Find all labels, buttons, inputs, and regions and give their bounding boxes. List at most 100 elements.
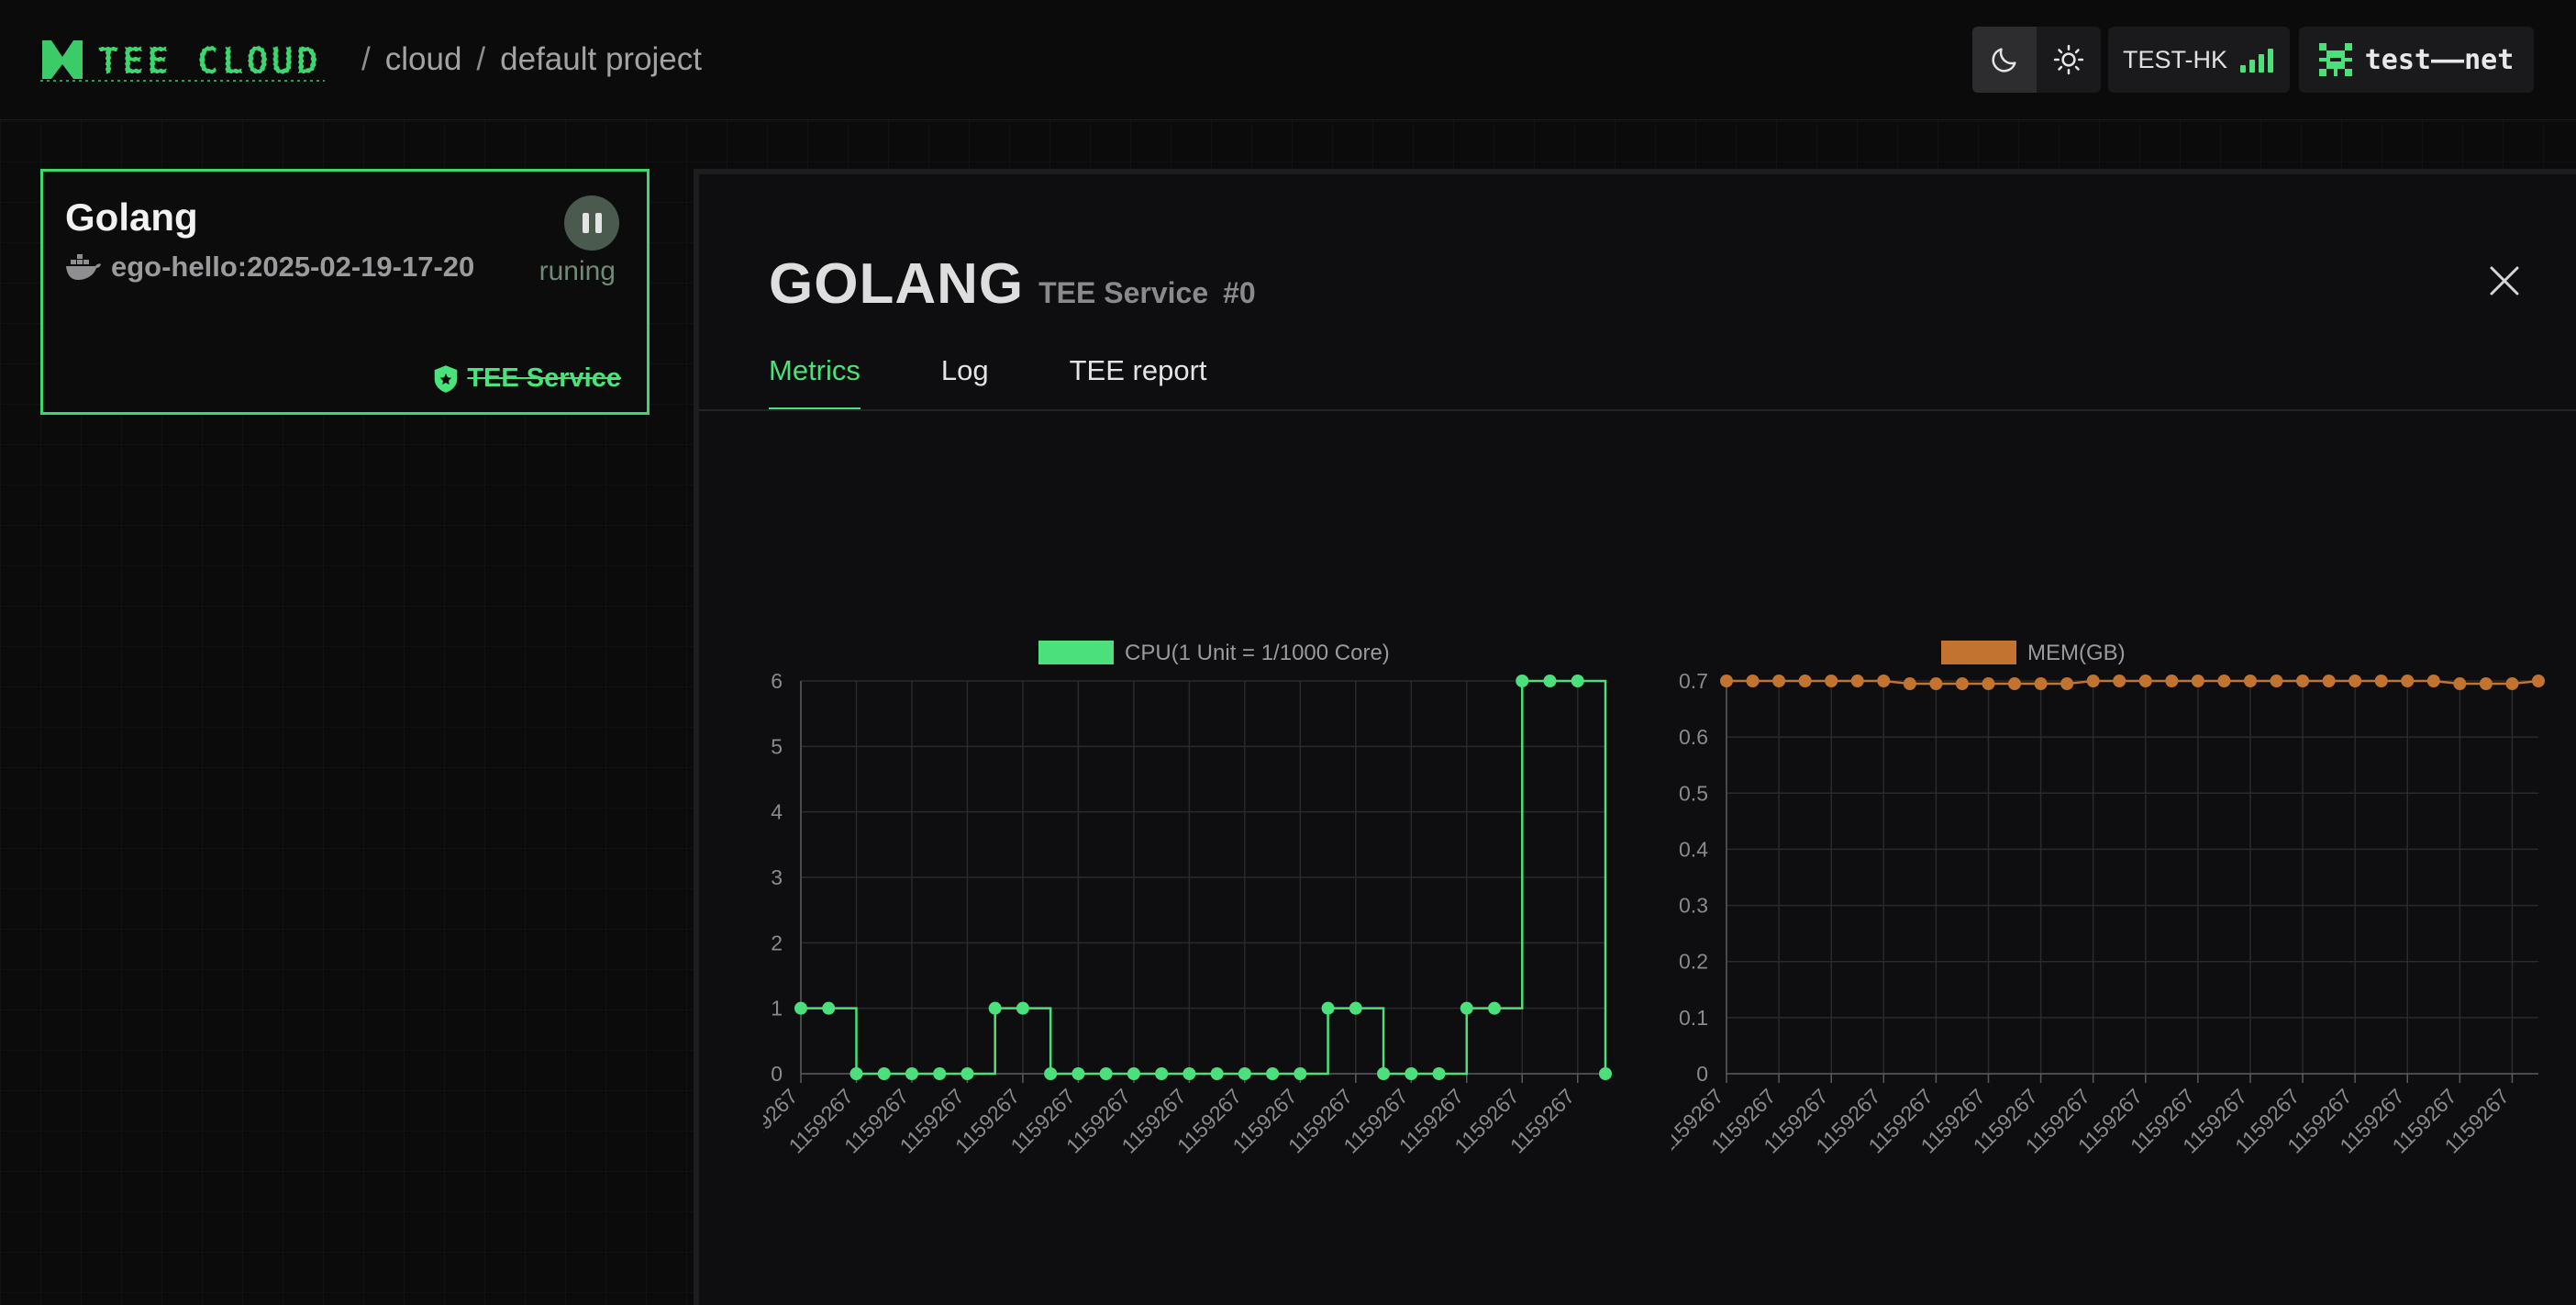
data-point [1825,675,1838,687]
legend-swatch [1038,641,1114,664]
data-point [1488,1001,1502,1015]
data-point [2532,675,2545,687]
signal-strength-icon [2240,49,2273,72]
data-point [1044,1067,1058,1080]
data-point [1599,1067,1612,1080]
y-tick-label: 0.7 [1679,669,1708,693]
network-avatar-icon [2318,43,2352,76]
service-card-golang[interactable]: Golang ego-hello:2025-02-19-17-20 runing… [40,169,650,415]
y-tick-label: 0.1 [1679,1006,1708,1030]
service-card-title: Golang [65,195,198,239]
legend-label: MEM(GB) [2027,641,2126,665]
y-tick-label: 0 [771,1062,783,1086]
data-point [1405,1067,1418,1080]
data-point [2008,677,2022,691]
service-image-name: ego-hello:2025-02-19-17-20 [111,251,475,283]
data-point [2113,675,2126,687]
data-point [2034,677,2048,691]
panel-tabs: Metrics Log TEE report [769,354,1207,410]
tab-log[interactable]: Log [941,354,989,410]
data-point [1377,1067,1391,1080]
data-point [1294,1067,1307,1080]
data-point [2322,675,2336,687]
data-point [822,1001,836,1015]
dark-mode-button[interactable] [1972,27,2037,93]
y-tick-label: 0.5 [1679,781,1708,805]
data-point [2217,675,2231,687]
data-point [1720,675,1733,687]
logo-text: TEE CLOUD [97,40,321,83]
tee-cloud-logo[interactable]: TEE CLOUD [40,37,330,83]
data-point [2270,675,2283,687]
data-point [849,1067,863,1080]
cpu-chart: 0123456115926711592671159267115926711592… [763,641,1612,1158]
data-point [2374,675,2388,687]
y-tick-label: 0 [1696,1062,1708,1086]
data-point [2296,675,2310,687]
data-point [1210,1067,1224,1080]
panel-service-index: #0 [1223,276,1256,309]
pause-bar [594,213,602,233]
service-card-image: ego-hello:2025-02-19-17-20 [65,251,474,284]
data-point [2086,675,2100,687]
data-point [2505,677,2519,691]
data-point [2453,677,2467,691]
pause-button[interactable] [564,195,619,251]
data-point [905,1067,918,1080]
data-point [988,1001,1002,1015]
data-point [2060,677,2074,691]
legend-label: CPU(1 Unit = 1/1000 Core) [1125,641,1390,665]
data-point [1903,677,1916,691]
tab-tee-report[interactable]: TEE report [1070,354,1207,410]
top-header: TEE CLOUD / cloud / default project TEST… [0,0,2576,120]
service-detail-panel: GOLANG TEE Service #0 Metrics Log TEE re… [694,169,2576,1305]
data-point [1099,1067,1113,1080]
data-point [1155,1067,1169,1080]
data-point [2348,675,2362,687]
data-point [2191,675,2204,687]
data-point [933,1067,947,1080]
region-label: TEST-HK [2122,45,2227,73]
data-point [1321,1001,1335,1015]
data-point [2401,675,2415,687]
moon-icon [1992,48,2016,72]
series-line [1727,679,2539,686]
breadcrumb-cloud[interactable]: cloud [385,41,462,78]
legend-swatch [1941,641,2016,664]
theme-toggle [1972,27,2101,93]
breadcrumb-default-project[interactable]: default project [500,41,702,78]
y-tick-label: 3 [771,865,783,889]
data-point [1772,675,1786,687]
data-point [1266,1067,1280,1080]
data-point [1571,675,1584,687]
y-tick-label: 0.2 [1679,950,1708,974]
y-tick-label: 5 [771,734,783,758]
region-selector[interactable]: TEST-HK [2108,27,2290,93]
data-point [2165,675,2179,687]
docker-icon [66,254,101,280]
breadcrumb: / cloud / default project [361,41,703,78]
network-selector[interactable]: test——net [2299,27,2534,93]
data-point [960,1067,974,1080]
y-tick-label: 2 [771,931,783,954]
y-tick-label: 0.4 [1679,837,1708,861]
panel-service-type: TEE Service [1038,276,1209,309]
tee-service-label: TEE Service [467,363,621,393]
data-point [1183,1067,1196,1080]
y-tick-label: 0.3 [1679,894,1708,918]
panel-service-name: GOLANG [769,252,1025,316]
data-point [1850,675,1864,687]
data-point [1982,677,1995,691]
close-icon[interactable] [2486,262,2523,299]
data-point [1516,675,1529,687]
panel-title: GOLANG TEE Service #0 [769,251,1256,317]
tabs-divider [699,409,2576,411]
shield-icon [435,364,458,393]
network-label: test——net [2364,43,2515,76]
data-point [1432,1067,1446,1080]
data-point [1929,677,1943,691]
light-mode-button[interactable] [2037,27,2101,93]
y-tick-label: 0.6 [1679,725,1708,749]
tab-metrics[interactable]: Metrics [769,354,861,410]
data-point [2243,675,2257,687]
